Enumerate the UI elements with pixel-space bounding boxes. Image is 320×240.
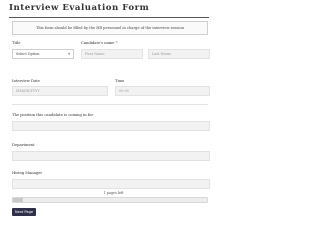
title-select-value: Select Option [16,52,40,56]
last-name-input[interactable]: Last Name [148,49,210,59]
time-input[interactable]: 00:00 [115,86,210,96]
form-notice: This form should be filled by the HR per… [12,21,208,35]
position-label: The position this candidate is coming in… [12,113,94,117]
section-divider [12,104,208,105]
progress-bar-fill [13,198,23,202]
chevron-down-icon: ▾ [68,52,70,56]
title-underline [9,17,209,18]
department-input[interactable] [12,151,210,161]
form-title: Interview Evaluation Form [9,3,150,13]
hiring-manager-label: Hiring Manager [12,171,43,175]
time-label: Time [115,79,125,83]
title-label: Title [12,41,21,45]
candidate-name-label-text: Candidate's name [81,41,115,45]
interview-date-label: Interview Date [12,79,40,83]
interview-date-input[interactable]: MM/DD/YYYY [12,86,108,96]
hiring-manager-input[interactable] [12,179,210,189]
pages-left-text: 1 pages left [103,191,124,195]
required-mark: * [115,41,118,45]
department-label: Department [12,143,35,147]
candidate-name-label: Candidate's name * [81,41,118,45]
next-page-button[interactable]: Next Page [12,208,36,216]
first-name-input[interactable]: First Name [81,49,143,59]
title-select[interactable]: Select Option ▾ [12,49,74,59]
progress-bar [12,197,208,203]
position-input[interactable] [12,121,210,131]
